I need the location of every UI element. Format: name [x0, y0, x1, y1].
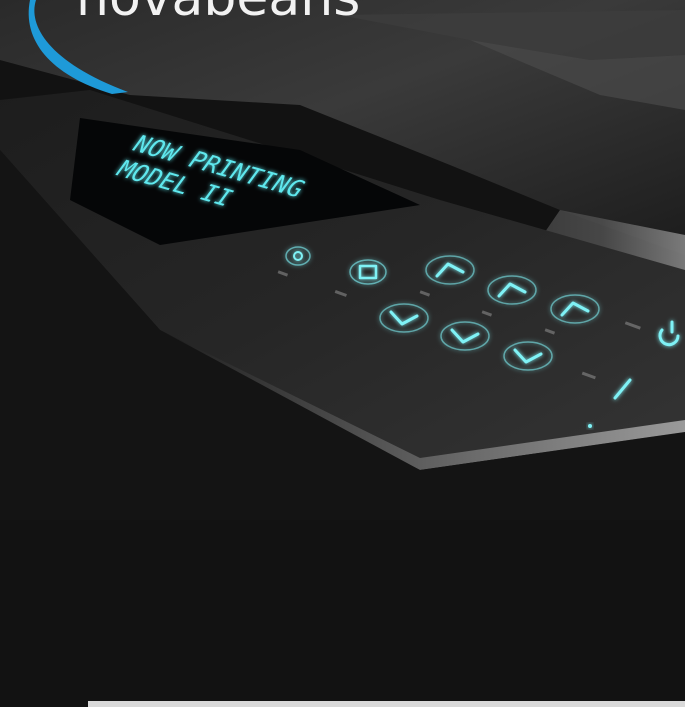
printer-illustration: NOW PRINTING MODEL II [0, 0, 685, 707]
status-led [588, 424, 592, 428]
brand-logo-text: novabeans [76, 0, 360, 24]
bottom-bar [88, 701, 685, 707]
product-photo: NOW PRINTING MODEL II [0, 0, 685, 707]
